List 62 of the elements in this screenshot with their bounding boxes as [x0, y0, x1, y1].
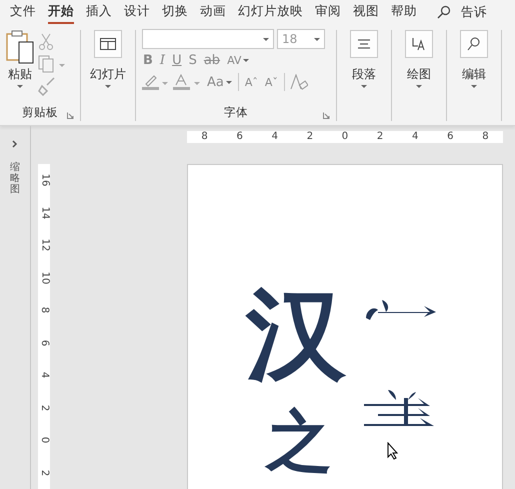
- editing-button[interactable]: 编辑: [460, 30, 488, 121]
- ribbon-tab[interactable]: 设计: [118, 0, 156, 24]
- ruler-number: 8: [39, 307, 49, 314]
- ruler-number: 4: [412, 132, 418, 142]
- shapes-icon: [411, 36, 427, 52]
- ruler-number: 0: [39, 437, 49, 444]
- highlighter-icon[interactable]: [142, 74, 168, 90]
- title-character: 之: [264, 402, 333, 482]
- ruler-number: 16: [39, 174, 49, 187]
- title-character: 汉: [244, 274, 348, 394]
- ribbon-tab[interactable]: 插入: [80, 0, 118, 24]
- ruler-number: 6: [236, 132, 243, 142]
- group-label: 字体: [224, 104, 248, 120]
- ruler-number: 2: [376, 132, 384, 142]
- ruler-number: 4: [272, 132, 278, 142]
- ruler-number: 10: [39, 271, 49, 284]
- caret-icon[interactable]: [416, 85, 422, 88]
- ruler-number: 6: [447, 132, 454, 142]
- ruler-number: 8: [482, 132, 489, 142]
- caret-icon[interactable]: [226, 80, 232, 84]
- caret-icon[interactable]: [314, 38, 320, 40]
- caret-icon[interactable]: [243, 58, 250, 62]
- caret-icon[interactable]: [471, 85, 477, 88]
- ribbon-tab[interactable]: 视图: [347, 0, 385, 24]
- ruler-number: 12: [39, 238, 49, 252]
- ruler-number: 2: [39, 404, 49, 411]
- ruler-number: 2: [306, 132, 314, 142]
- font-color-icon[interactable]: [173, 74, 201, 90]
- font-name-field[interactable]: [142, 29, 274, 49]
- paste-button[interactable]: 粘贴: [6, 30, 34, 103]
- search-icon: [466, 36, 482, 52]
- drawing-button[interactable]: 绘图: [405, 30, 433, 121]
- ruler-number: 6: [39, 340, 49, 346]
- clear-formatting-icon[interactable]: [290, 74, 308, 90]
- tell-me-field[interactable]: 告诉: [461, 4, 487, 20]
- slide-layout-icon: [100, 38, 116, 50]
- ruler-number: 0: [342, 132, 348, 142]
- caret-icon[interactable]: [263, 38, 269, 40]
- ribbon-tab[interactable]: 审阅: [309, 0, 347, 24]
- ruler-number: 2: [39, 470, 49, 476]
- ribbon-tab[interactable]: 帮助: [385, 0, 423, 24]
- expand-icon[interactable]: [12, 140, 18, 148]
- ribbon-tab[interactable]: 切换: [156, 0, 194, 24]
- search-icon[interactable]: [437, 5, 451, 19]
- ribbon-tab[interactable]: 文件: [4, 0, 42, 24]
- caret-icon[interactable]: [361, 85, 367, 88]
- caret-icon[interactable]: [105, 85, 111, 88]
- ruler-number: 14: [39, 206, 49, 220]
- clipboard-icon: [6, 30, 34, 64]
- ribbon-tab[interactable]: 开始: [42, 0, 80, 24]
- paragraph-button[interactable]: 段落: [350, 30, 378, 121]
- mouse-pointer-icon: [387, 442, 399, 460]
- ruler-number: 4: [39, 372, 49, 378]
- new-slide-button[interactable]: 幻灯片: [90, 30, 126, 121]
- ribbon-tab[interactable]: 动画: [194, 0, 232, 24]
- thumbnail-pane-label[interactable]: 缩略图: [10, 162, 20, 195]
- dialog-launcher-icon[interactable]: [67, 112, 74, 119]
- ruler-number: 8: [201, 132, 208, 142]
- dialog-launcher-icon[interactable]: [323, 112, 330, 119]
- caret-icon[interactable]: [17, 85, 23, 88]
- ribbon-tab[interactable]: 幻灯片放映: [232, 0, 309, 24]
- group-label: 剪贴板: [22, 104, 58, 120]
